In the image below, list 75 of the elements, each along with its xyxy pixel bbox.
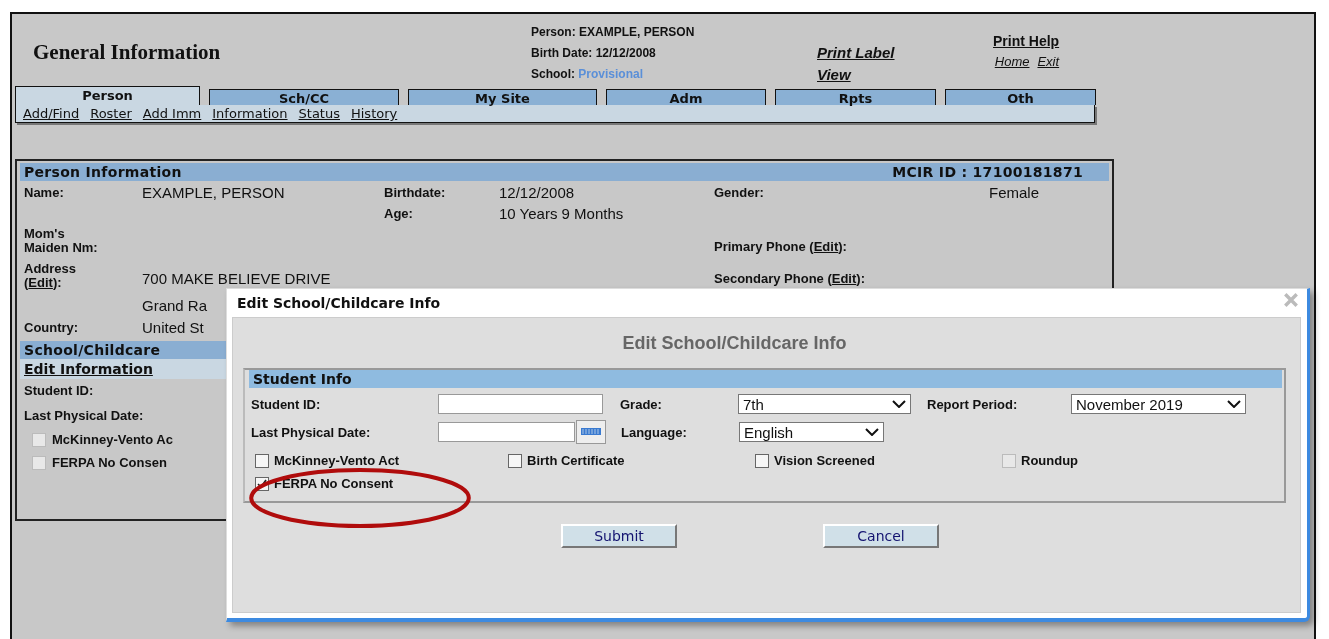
student-id-field[interactable]	[438, 394, 603, 414]
person-summary: Person: EXAMPLE, PERSON	[531, 24, 696, 41]
edit-link[interactable]: Edit	[28, 275, 53, 290]
field-value: 700 MAKE BELIEVE DRIVE	[142, 269, 331, 287]
section-title: Person Information	[24, 164, 182, 180]
nav-tab[interactable]: Rpts	[775, 89, 936, 105]
sub-nav-link[interactable]: Roster	[90, 106, 132, 121]
home-link[interactable]: Home	[994, 54, 1030, 69]
field-label: Secondary Phone (Edit):	[714, 270, 865, 286]
dialog-button[interactable]: Submit	[561, 524, 677, 548]
exit-link[interactable]: Exit	[1037, 54, 1060, 69]
page-title: General Information	[33, 40, 222, 65]
sub-nav-link[interactable]: Add/Find	[23, 106, 80, 121]
field-label: Mom's Maiden Nm:	[24, 227, 99, 255]
field-label: Primary Phone (Edit):	[714, 238, 847, 254]
checkbox-label: McKinney-Vento Ac	[52, 432, 173, 447]
chevron-down-icon	[892, 400, 906, 408]
field-label: Grade:	[620, 396, 663, 412]
checkbox[interactable]	[755, 453, 769, 468]
dialog-button[interactable]: Cancel	[823, 524, 939, 548]
checkbox-label: Vision Screened	[774, 453, 875, 468]
field-label: Student ID:	[251, 396, 322, 412]
dialog-title: Edit School/Childcare Info	[237, 295, 441, 311]
field-value: Grand Ra	[142, 296, 208, 314]
date-field[interactable]	[438, 422, 575, 442]
field-label: Address (Edit):	[24, 262, 78, 290]
birth-date-summary: Birth Date: 12/12/2008	[531, 45, 657, 62]
sub-nav-link[interactable]: Add Imm	[142, 106, 202, 121]
edit-information-link[interactable]: Edit Information	[24, 361, 153, 377]
field-label: Gender:	[714, 184, 764, 200]
field-label: Student ID:	[24, 383, 95, 398]
field-label: Age:	[384, 206, 413, 221]
language-dropdown[interactable]: English	[739, 422, 884, 442]
checkbox[interactable]	[32, 455, 46, 470]
field-value: United St	[142, 318, 204, 336]
field-label: Country:	[24, 319, 79, 335]
checkbox[interactable]	[255, 453, 269, 468]
field-value: Female	[989, 183, 1040, 201]
calendar-icon[interactable]	[576, 420, 606, 444]
dialog-heading: Edit School/Childcare Info	[621, 333, 848, 354]
field-label: Name:	[24, 184, 64, 200]
sub-nav-link[interactable]: Information	[212, 106, 288, 121]
checkbox-label: McKinney-Vento Act	[274, 453, 400, 468]
field-label: Language:	[621, 424, 688, 440]
grade-dropdown[interactable]: 7th	[738, 394, 911, 414]
school-value: Provisional	[578, 67, 644, 81]
field-label: Report Period:	[927, 396, 1019, 412]
nav-tab[interactable]: Adm	[606, 89, 766, 105]
print-label-link[interactable]: Print Label View	[817, 42, 927, 86]
checkbox[interactable]	[508, 453, 522, 468]
field-label: Birthdate:	[384, 184, 446, 200]
field-label: Last Physical Date:	[24, 408, 145, 423]
nav-tab[interactable]: Person	[15, 86, 200, 105]
nav-tab[interactable]: My Site	[408, 89, 597, 105]
section-title: Student Info	[253, 371, 352, 387]
field-value: 10 Years 9 Months	[499, 205, 624, 222]
report-period-dropdown[interactable]: November 2019	[1071, 394, 1246, 414]
chevron-down-icon	[865, 428, 879, 436]
checkbox[interactable]	[32, 432, 46, 447]
mcir-id: MCIR ID : 17100181871	[892, 164, 1083, 180]
nav-tab[interactable]: Oth	[945, 89, 1096, 105]
checkbox-label: Birth Certificate	[527, 453, 625, 468]
nav-tab[interactable]: Sch/CC	[209, 89, 399, 105]
field-value: EXAMPLE, PERSON	[142, 183, 285, 201]
sub-nav-link[interactable]: History	[351, 106, 398, 121]
checkbox-label: FERPA No Consen	[52, 455, 167, 470]
print-help-link[interactable]: Print Help	[993, 33, 1060, 49]
section-title: School/Childcare	[24, 342, 161, 358]
school-label: School:	[531, 67, 575, 81]
checkbox-label: Roundup	[1021, 453, 1079, 468]
field-value: 12/12/2008	[499, 183, 575, 201]
sub-nav-link[interactable]: Status	[298, 106, 340, 121]
chevron-down-icon	[1227, 400, 1241, 408]
close-icon[interactable]	[1283, 292, 1299, 308]
field-label: Last Physical Date:	[251, 424, 372, 440]
